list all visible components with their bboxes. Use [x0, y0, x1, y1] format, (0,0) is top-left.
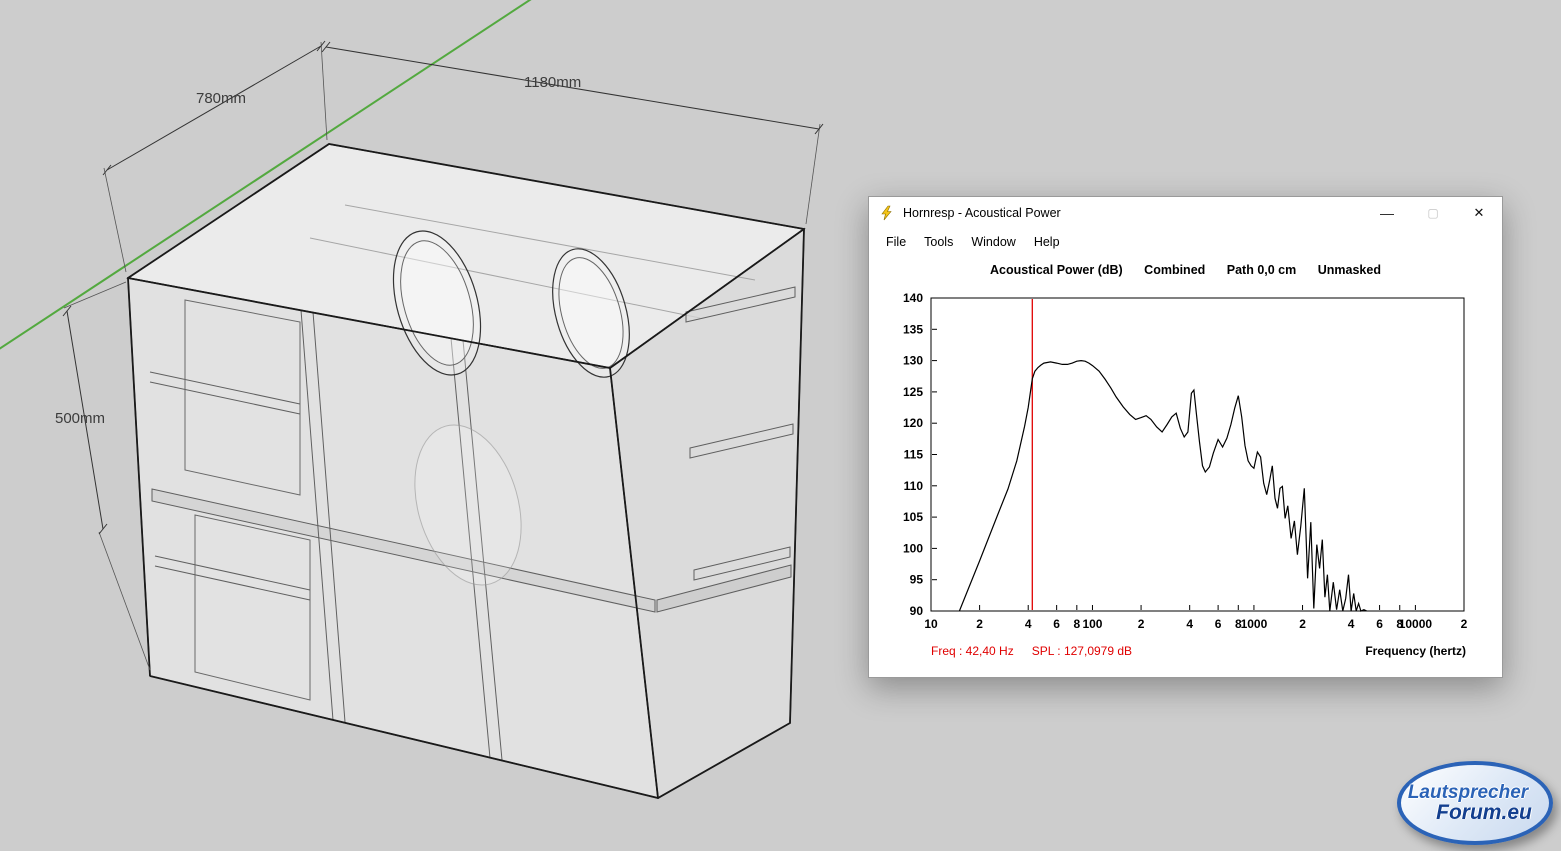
menu-window[interactable]: Window [962, 235, 1024, 249]
chart-header: Acoustical Power (dB) Combined Path 0,0 … [869, 263, 1502, 277]
maximize-button[interactable]: ▢ [1410, 197, 1456, 229]
svg-text:4: 4 [1186, 617, 1193, 631]
chart-path: Path 0,0 cm [1227, 263, 1296, 277]
svg-text:95: 95 [910, 573, 924, 587]
close-button[interactable]: ✕ [1456, 197, 1502, 229]
svg-text:10: 10 [924, 617, 938, 631]
hornresp-window: Hornresp - Acoustical Power — ▢ ✕ File T… [868, 196, 1503, 678]
svg-text:6: 6 [1215, 617, 1222, 631]
svg-text:115: 115 [904, 448, 924, 462]
svg-text:2: 2 [1461, 617, 1468, 631]
minimize-button[interactable]: — [1364, 197, 1410, 229]
svg-text:100: 100 [903, 541, 923, 555]
x-axis-label: Frequency (hertz) [1365, 644, 1466, 658]
acoustical-power-plot: 1401351301251201151101051009590102468100… [869, 292, 1502, 642]
dimension-label-1180: 1180mm [524, 74, 581, 91]
dimension-label-500: 500mm [55, 410, 105, 427]
svg-text:110: 110 [904, 479, 924, 493]
logo-text-line2: Forum.eu [1436, 801, 1532, 825]
cabinet-drawing [128, 144, 804, 798]
svg-text:125: 125 [903, 385, 923, 399]
svg-text:140: 140 [903, 292, 923, 305]
window-title: Hornresp - Acoustical Power [903, 206, 1061, 220]
svg-text:2: 2 [1299, 617, 1306, 631]
svg-text:6: 6 [1053, 617, 1060, 631]
svg-text:8: 8 [1073, 617, 1080, 631]
svg-text:4: 4 [1025, 617, 1032, 631]
menu-bar: File Tools Window Help [869, 229, 1502, 254]
svg-text:1000: 1000 [1241, 617, 1268, 631]
svg-text:135: 135 [903, 322, 923, 336]
sketchup-viewport[interactable]: 780mm 1180mm 500mm Hornresp - Acoustical… [0, 0, 1561, 851]
cursor-readout: Freq : 42,40 Hz SPL : 127,0979 dB [931, 644, 1150, 658]
menu-file[interactable]: File [877, 235, 915, 249]
svg-text:90: 90 [910, 604, 924, 618]
svg-text:4: 4 [1348, 617, 1355, 631]
chart-mode: Combined [1144, 263, 1205, 277]
svg-text:100: 100 [1082, 617, 1102, 631]
lautsprecherforum-logo: Lautsprecher Forum.eu [1397, 761, 1553, 845]
svg-text:120: 120 [903, 416, 923, 430]
svg-text:2: 2 [976, 617, 983, 631]
chart-masked: Unmasked [1318, 263, 1381, 277]
cursor-spl: SPL : 127,0979 dB [1032, 644, 1132, 658]
svg-text:6: 6 [1376, 617, 1383, 631]
chart-title: Acoustical Power (dB) [990, 263, 1123, 277]
svg-text:10000: 10000 [1399, 617, 1433, 631]
plot-footer: Freq : 42,40 Hz SPL : 127,0979 dB Frequen… [931, 644, 1466, 658]
hornresp-titlebar[interactable]: Hornresp - Acoustical Power — ▢ ✕ [869, 197, 1502, 229]
menu-help[interactable]: Help [1025, 235, 1069, 249]
window-controls: — ▢ ✕ [1364, 197, 1502, 229]
cursor-freq: Freq : 42,40 Hz [931, 644, 1014, 658]
menu-tools[interactable]: Tools [915, 235, 962, 249]
svg-text:130: 130 [903, 354, 923, 368]
dimension-label-780: 780mm [196, 90, 246, 107]
svg-text:105: 105 [903, 510, 923, 524]
lightning-bolt-icon [879, 205, 895, 221]
svg-text:2: 2 [1138, 617, 1145, 631]
